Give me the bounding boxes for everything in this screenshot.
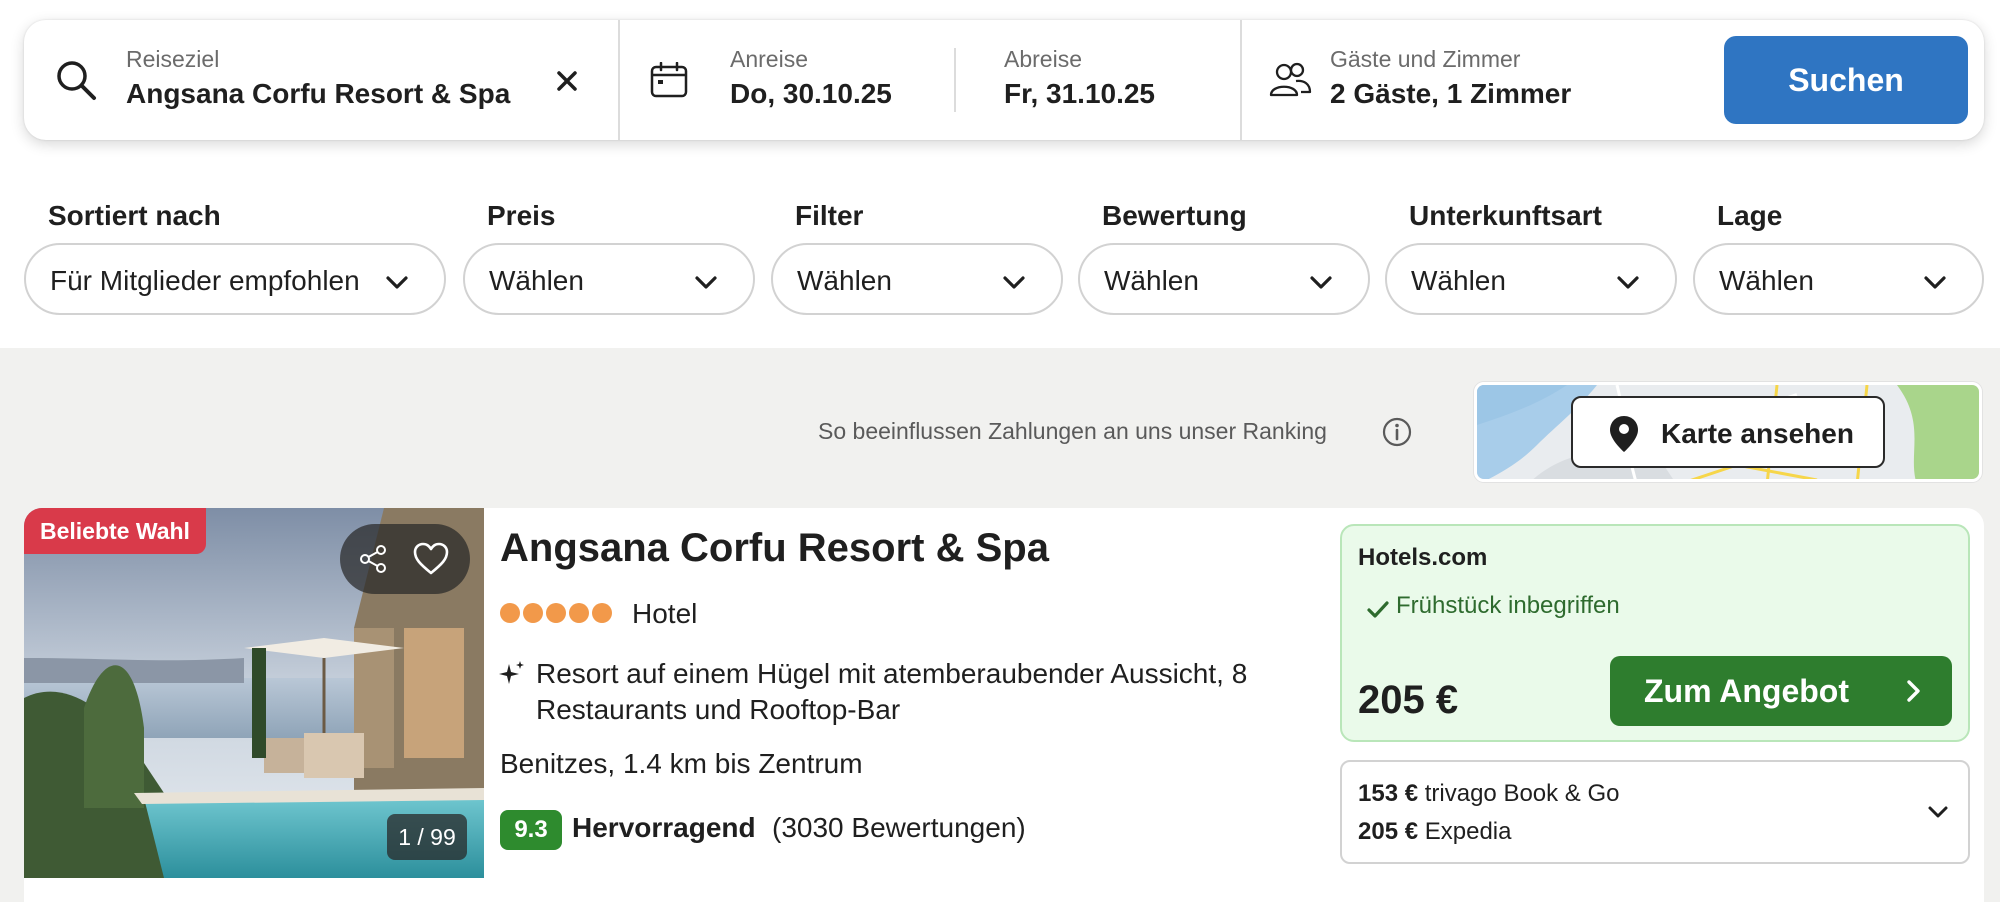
sort-select-value: Für Mitglieder empfohlen bbox=[50, 265, 360, 296]
star-dot bbox=[569, 603, 589, 623]
offer-provider: Hotels.com bbox=[1358, 544, 1488, 571]
star-rating bbox=[500, 603, 615, 628]
chevron-down-icon bbox=[695, 276, 717, 289]
destination-label: Reiseziel bbox=[126, 46, 220, 72]
checkout-label: Abreise bbox=[1004, 46, 1082, 72]
rating-count[interactable]: (3030 Bewertungen) bbox=[772, 812, 1026, 844]
offer-feature: Frühstück inbegriffen bbox=[1396, 592, 1620, 619]
destination-field[interactable]: Reiseziel Angsana Corfu Resort & Spa bbox=[24, 20, 617, 140]
rating-word: Hervorragend bbox=[572, 812, 756, 843]
location-select[interactable]: Wählen bbox=[1693, 243, 1984, 315]
other-offer-provider: trivago Book & Go bbox=[1424, 780, 1620, 807]
chevron-down-icon bbox=[1924, 276, 1946, 289]
chevron-down-icon bbox=[386, 276, 408, 289]
other-offer-row: 205 € Expedia bbox=[1358, 818, 1511, 846]
map-button-label: Karte ansehen bbox=[1661, 418, 1854, 449]
filter-title-property-type: Unterkunftsart bbox=[1409, 200, 1602, 231]
star-dot bbox=[500, 603, 520, 623]
calendar-icon bbox=[650, 62, 688, 98]
guests-label: Gäste und Zimmer bbox=[1330, 46, 1521, 72]
map-button[interactable]: Karte ansehen bbox=[1571, 396, 1885, 468]
sparkle-icon bbox=[499, 661, 524, 684]
filter-title-location: Lage bbox=[1717, 200, 1783, 231]
map-pin-icon bbox=[1610, 416, 1638, 452]
rating-select[interactable]: Wählen bbox=[1078, 243, 1370, 315]
hotel-type: Hotel bbox=[632, 598, 698, 629]
other-offers[interactable]: 153 € trivago Book & Go 205 € Expedia bbox=[1340, 760, 1970, 864]
check-icon bbox=[1367, 601, 1389, 618]
photo-counter: 1 / 99 bbox=[387, 814, 467, 860]
chevron-down-icon bbox=[1003, 276, 1025, 289]
checkout-value: Fr, 31.10.25 bbox=[1004, 78, 1156, 109]
price-select-value: Wählen bbox=[489, 265, 584, 296]
popular-badge: Beliebte Wahl bbox=[24, 508, 206, 554]
chevron-right-icon bbox=[1907, 680, 1920, 702]
other-offer-price: 205 € bbox=[1358, 818, 1419, 845]
filter-title-sort: Sortiert nach bbox=[48, 200, 221, 231]
checkout-field[interactable]: Abreise Fr, 31.10.25 bbox=[956, 20, 1242, 140]
top-area: Reiseziel Angsana Corfu Resort & Spa Anr… bbox=[0, 0, 2000, 348]
filter-title-filter: Filter bbox=[795, 200, 864, 231]
hotel-name[interactable]: Angsana Corfu Resort & Spa bbox=[500, 526, 1049, 571]
property-type-select-value: Wählen bbox=[1411, 265, 1506, 296]
hotel-highlight: Resort auf einem Hügel mit atemberaubend… bbox=[536, 658, 1248, 725]
offer-price: 205 € bbox=[1358, 678, 1459, 722]
checkin-label: Anreise bbox=[730, 46, 808, 72]
chevron-down-icon bbox=[1617, 276, 1639, 289]
heart-icon[interactable] bbox=[412, 542, 450, 576]
ranking-note: So beeinflussen Zahlungen an uns unser R… bbox=[818, 418, 1327, 444]
other-offer-provider: Expedia bbox=[1424, 818, 1512, 845]
chevron-down-icon bbox=[1928, 806, 1948, 818]
search-button[interactable]: Suchen bbox=[1724, 36, 1968, 124]
star-dot bbox=[523, 603, 543, 623]
star-dot bbox=[546, 603, 566, 623]
checkin-value: Do, 30.10.25 bbox=[730, 78, 892, 109]
other-offer-row: 153 € trivago Book & Go bbox=[1358, 780, 1620, 808]
main-offer[interactable]: Hotels.com Frühstück inbegriffen 205 € Z… bbox=[1340, 524, 1970, 742]
guests-icon bbox=[1269, 62, 1312, 97]
filter-select[interactable]: Wählen bbox=[771, 243, 1063, 315]
view-deal-label: Zum Angebot bbox=[1644, 673, 1849, 709]
guests-value: 2 Gäste, 1 Zimmer bbox=[1330, 78, 1572, 109]
hotel-card: Beliebte Wahl 1 / 99 Angsana Corfu Resor… bbox=[24, 508, 1984, 902]
dates-field: Anreise Do, 30.10.25 Abreise Fr, 31.10.2… bbox=[618, 20, 1240, 140]
destination-value: Angsana Corfu Resort & Spa bbox=[126, 78, 511, 109]
filter-title-rating: Bewertung bbox=[1102, 200, 1247, 231]
property-type-select[interactable]: Wählen bbox=[1385, 243, 1677, 315]
share-icon[interactable] bbox=[358, 544, 388, 574]
search-bar: Reiseziel Angsana Corfu Resort & Spa Anr… bbox=[24, 20, 1984, 140]
view-deal-button[interactable]: Zum Angebot bbox=[1610, 656, 1952, 726]
sort-select[interactable]: Für Mitglieder empfohlen bbox=[24, 243, 446, 315]
clear-icon[interactable] bbox=[550, 64, 584, 98]
location-select-value: Wählen bbox=[1719, 265, 1814, 296]
hotel-location: Benitzes, 1.4 km bis Zentrum bbox=[500, 748, 863, 779]
price-select[interactable]: Wählen bbox=[463, 243, 755, 315]
star-dot bbox=[592, 603, 612, 623]
info-icon[interactable] bbox=[1382, 417, 1412, 447]
other-offer-price: 153 € bbox=[1358, 780, 1419, 807]
rating-select-value: Wählen bbox=[1104, 265, 1199, 296]
checkin-field[interactable]: Anreise Do, 30.10.25 bbox=[620, 20, 954, 140]
chevron-down-icon bbox=[1310, 276, 1332, 289]
rating-score-badge: 9.3 bbox=[500, 810, 562, 850]
search-icon bbox=[57, 61, 96, 100]
photo-actions bbox=[340, 524, 470, 594]
filter-select-value: Wählen bbox=[797, 265, 892, 296]
filter-title-price: Preis bbox=[487, 200, 556, 231]
